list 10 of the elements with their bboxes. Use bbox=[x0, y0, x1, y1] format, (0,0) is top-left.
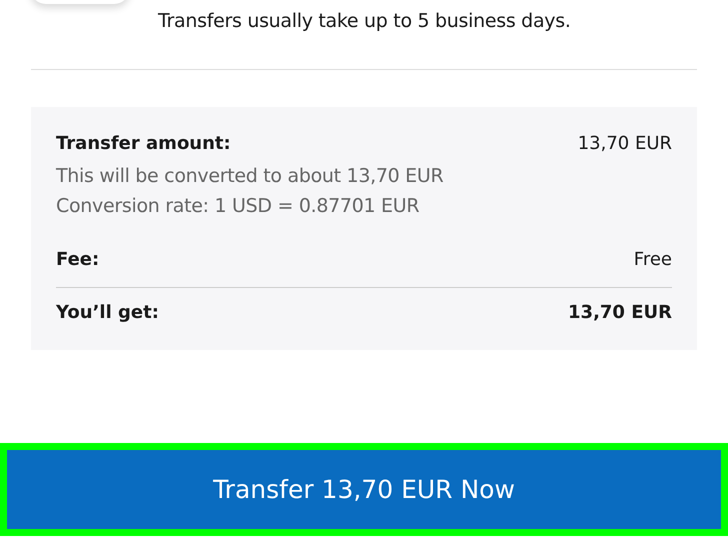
note-text: Conversion rate: 1 USD = 0.87701 EUR bbox=[56, 194, 420, 219]
notice-text: Transfers usually take up to 5 business days. bbox=[158, 10, 571, 32]
row-label: You’ll get: bbox=[56, 301, 159, 325]
row-value: 13,70 EUR bbox=[568, 301, 672, 325]
note-text: This will be converted to about 13,70 EUR bbox=[56, 164, 444, 189]
row-value: Free bbox=[634, 248, 672, 272]
transfer-button[interactable]: Transfer 13,70 EUR Now bbox=[7, 450, 721, 529]
row-label: Fee: bbox=[56, 248, 100, 272]
row-value: 13,70 EUR bbox=[578, 132, 672, 156]
row-label: Transfer amount: bbox=[56, 132, 231, 156]
